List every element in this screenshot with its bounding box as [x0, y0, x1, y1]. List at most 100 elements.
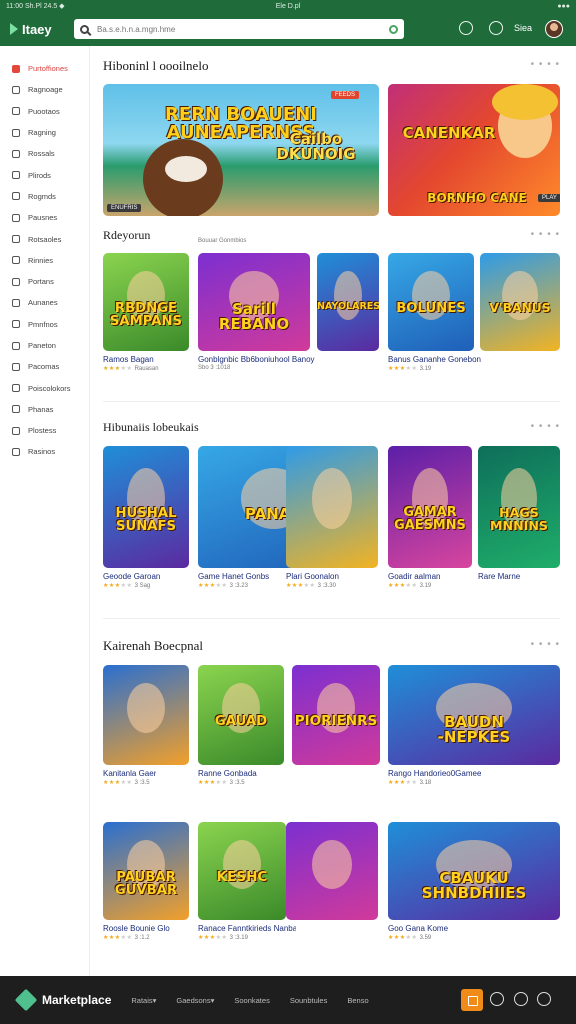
bottom-link-5[interactable]: Benso: [347, 996, 368, 1005]
game-title[interactable]: Ramos Bagan: [103, 355, 154, 364]
sidebar-item[interactable]: Plirods: [0, 164, 89, 185]
game-title[interactable]: Roosle Bounie Glo: [103, 924, 170, 933]
game-meta-value: 3 :3.30: [317, 583, 336, 589]
game-meta: ★★★★★ 3.59: [388, 934, 431, 941]
more-new-button[interactable]: • • • •: [531, 421, 560, 432]
game-title[interactable]: Goadir aalman: [388, 572, 440, 581]
game-card[interactable]: HUSHAL SUNAFS: [103, 446, 189, 568]
more-top-button[interactable]: • • • •: [531, 639, 560, 650]
sidebar-item[interactable]: Rasinos: [0, 441, 89, 462]
banner-2-art-subtitle: BORNHO CANE: [427, 191, 527, 205]
sidebar-item[interactable]: Portans: [0, 271, 89, 292]
featured-banner-2[interactable]: CANENKAR BORNHO CANE PLAY: [388, 84, 560, 216]
game-meta: ★★★★★ 3.18: [388, 779, 431, 786]
sidebar-item-label: Rasinos: [28, 447, 56, 457]
game-title[interactable]: Kanitanla Gaer: [103, 769, 156, 778]
game-title[interactable]: Geoode Garoan: [103, 572, 160, 581]
game-title[interactable]: Plari Goonalon: [286, 572, 339, 581]
featured-banner-1[interactable]: RERN BOAUENI AUNEAPERNSS Cailbo DKUNOIG …: [103, 84, 379, 216]
sidebar-item-label: Phanas: [28, 404, 54, 414]
sidebar-item[interactable]: Paneton: [0, 335, 89, 356]
game-title[interactable]: Game Hanet Gonbs: [198, 572, 269, 581]
bolt-icon[interactable]: [490, 992, 504, 1006]
game-card-art-title: PAUBAR GUVBAR: [114, 870, 178, 899]
game-meta: ★★★★★ 3.19: [388, 582, 431, 589]
game-card[interactable]: GAUAD: [198, 665, 284, 765]
clock-icon[interactable]: [514, 992, 528, 1006]
sidebar-item[interactable]: Purtoffiones: [0, 58, 89, 79]
game-title[interactable]: Banus Gananhe Gonebon: [388, 355, 481, 364]
more-popular-button[interactable]: • • • •: [531, 229, 560, 240]
avatar[interactable]: [545, 20, 563, 38]
bottom-link-1[interactable]: Ratais▾: [131, 996, 156, 1005]
more-featured-button[interactable]: • • • •: [531, 59, 560, 70]
bottom-link-4[interactable]: Sounbtules: [290, 996, 328, 1005]
list-icon: [12, 447, 20, 456]
game-card[interactable]: PAUBAR GUVBAR: [103, 822, 189, 920]
sidebar-item[interactable]: Pacomas: [0, 356, 89, 377]
banner-character-hair: [492, 84, 558, 120]
box-icon: [12, 149, 20, 158]
sidebar-item[interactable]: Rogmds: [0, 186, 89, 207]
sidebar-item[interactable]: Rossals: [0, 143, 89, 164]
marketplace-title[interactable]: Marketplace: [42, 993, 111, 1007]
section-subtitle-popular: Bouuar Gonmbios: [198, 238, 247, 244]
game-card[interactable]: [286, 446, 378, 568]
game-card[interactable]: KESHC: [198, 822, 286, 920]
game-card[interactable]: GAMAR GAESMNS: [388, 446, 472, 568]
game-card[interactable]: HAGS MNNINS: [478, 446, 560, 568]
smile-icon: [12, 192, 20, 201]
sidebar-item[interactable]: Pmnfnos: [0, 314, 89, 335]
game-card[interactable]: RBDNGE SAMPANS: [103, 253, 189, 351]
bottom-link-3[interactable]: Soonkates: [234, 996, 269, 1005]
sidebar-item-label: Purtoffiones: [28, 64, 68, 74]
sidebar-item[interactable]: Rotsaoles: [0, 228, 89, 249]
rating-stars: ★★★★★: [388, 780, 418, 786]
game-card[interactable]: Sarill REBANO: [198, 253, 310, 351]
game-title[interactable]: Ranace Fanntkirieds Nanba: [198, 924, 296, 933]
game-card[interactable]: V'BANUS: [480, 253, 560, 351]
search-input[interactable]: [97, 24, 389, 34]
banner-1-tag: FEEDS: [331, 91, 360, 99]
game-card[interactable]: CBAUKU SHNBDHIIES: [388, 822, 560, 920]
sidebar-item[interactable]: Ragnoage: [0, 79, 89, 100]
tool-icon: [12, 235, 20, 244]
sidebar-item[interactable]: Aunanes: [0, 292, 89, 313]
user-name[interactable]: Siea: [514, 23, 532, 33]
search-icon[interactable]: [537, 992, 551, 1006]
sidebar-item[interactable]: Ragning: [0, 122, 89, 143]
game-card[interactable]: [286, 822, 378, 920]
status-center: Ele D.pl: [275, 2, 301, 10]
notification-icon[interactable]: [459, 21, 473, 35]
sidebar-item-label: Rinnies: [28, 255, 54, 265]
sidebar-item[interactable]: Rinnies: [0, 250, 89, 271]
game-card[interactable]: PIORIENRS: [292, 665, 380, 765]
game-card[interactable]: BAUDN -NEPKES: [388, 665, 560, 765]
game-card-character-art: [334, 270, 362, 320]
game-card[interactable]: NAYOLARES: [317, 253, 379, 351]
sidebar-item[interactable]: Plostess: [0, 420, 89, 441]
rating-stars: ★★★★★: [388, 366, 418, 372]
game-title[interactable]: Gonblgnbic Bb6boniuhool Banoy: [198, 355, 315, 364]
game-title[interactable]: Goo Gana Kome: [388, 924, 448, 933]
game-title[interactable]: Rare Marne: [478, 572, 520, 581]
brand[interactable]: Itaey: [10, 22, 72, 37]
bottom-link-2[interactable]: Gaedsons▾: [176, 996, 214, 1005]
settings-icon[interactable]: [489, 21, 503, 35]
sidebar-item[interactable]: Poiscolokors: [0, 377, 89, 398]
game-card-art-title: RBDNGE SAMPANS: [109, 301, 183, 330]
game-title[interactable]: Rango Handorieo0Gamee: [388, 769, 481, 778]
sidebar-item[interactable]: Phanas: [0, 399, 89, 420]
search-submit-icon[interactable]: [389, 24, 398, 34]
game-meta: ★★★★★ 3 :1.2: [103, 934, 150, 941]
sidebar-item[interactable]: Pausnes: [0, 207, 89, 228]
sidebar-item-label: Rossals: [28, 149, 55, 159]
game-card-art-title: GAUAD: [214, 714, 268, 729]
game-card[interactable]: [103, 665, 189, 765]
game-meta: ★★★★★ 3 :3.23: [198, 582, 248, 589]
search-bar[interactable]: [74, 19, 404, 39]
cart-button[interactable]: [461, 989, 483, 1011]
game-card[interactable]: BOLUNES: [388, 253, 474, 351]
game-title[interactable]: Ranne Gonbada: [198, 769, 257, 778]
sidebar-item[interactable]: Puootaos: [0, 101, 89, 122]
